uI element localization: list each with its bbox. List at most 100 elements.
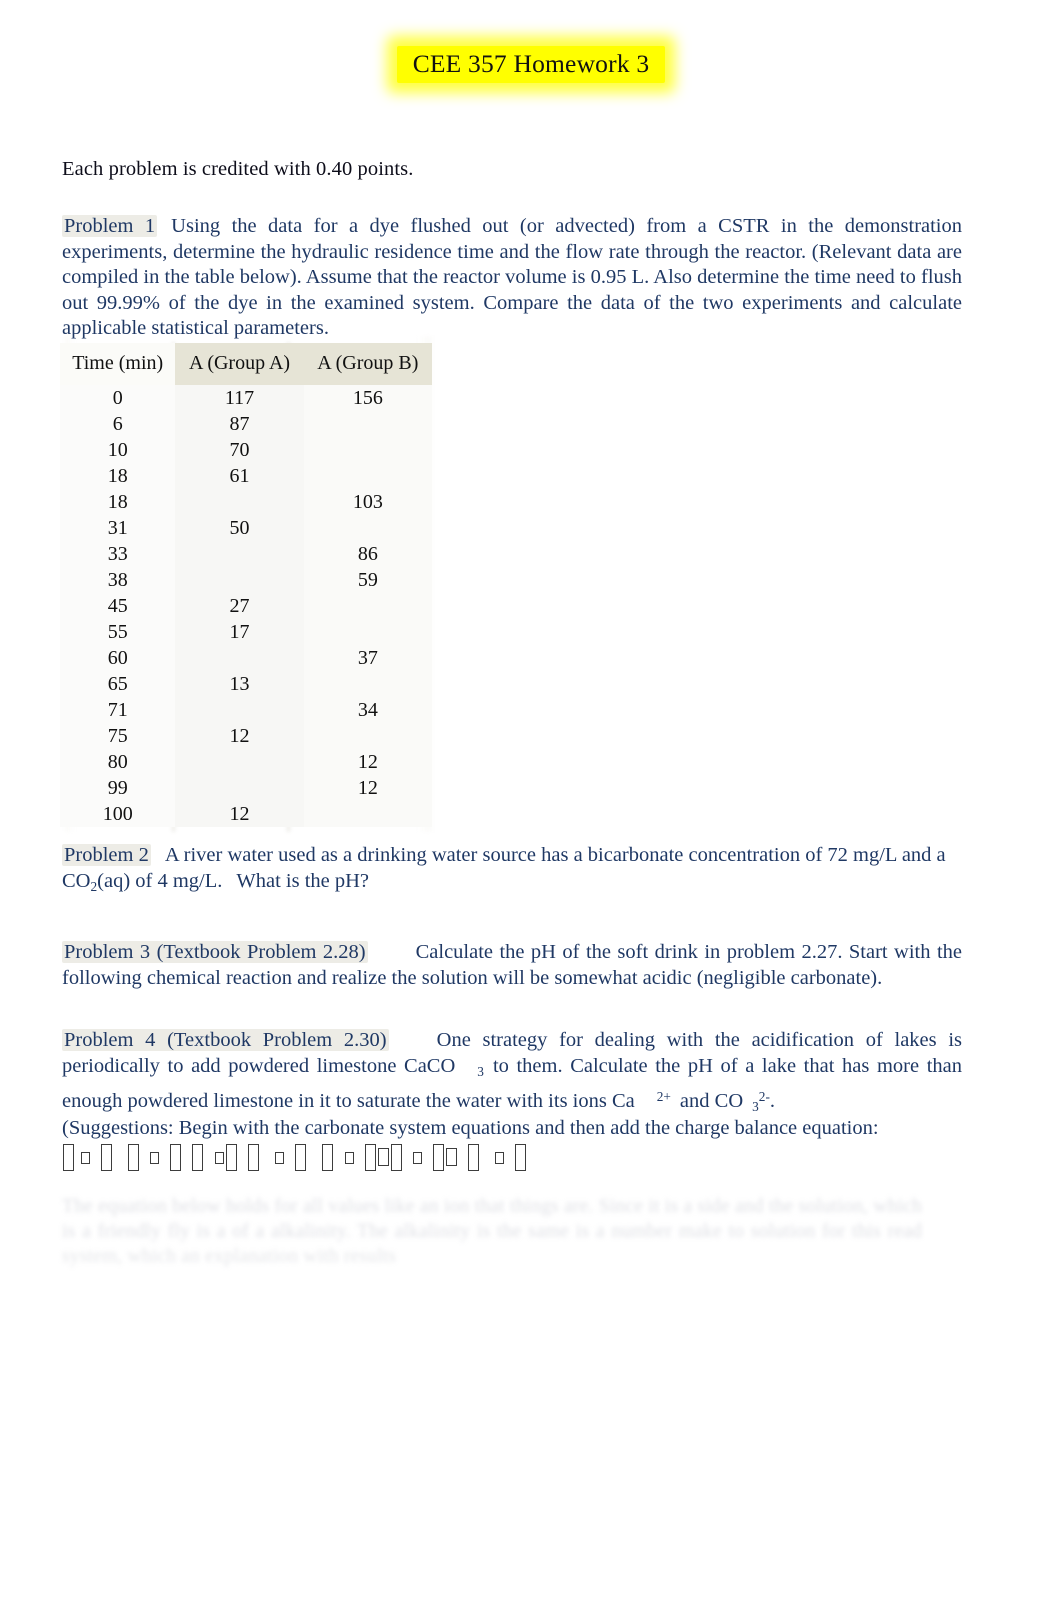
ghost-line-2: friendly fly is a of a alkalinity. The a… — [97, 1221, 923, 1242]
problem-2-text-c: What is the pH? — [236, 869, 370, 892]
cell-group-b: 59 — [303, 567, 432, 593]
cell-group-b: 86 — [303, 541, 432, 567]
table-row: 6 87 — [60, 411, 432, 437]
cell-group-b — [303, 463, 432, 489]
missing-glyph-box-icon — [192, 1143, 204, 1171]
table-row: 10 70 — [60, 437, 432, 463]
intro-line: Each problem is credited with 0.40 point… — [62, 158, 414, 180]
cell-group-b — [303, 593, 432, 619]
problem-2-text-b: (aq) of 4 mg/L. — [97, 869, 223, 892]
suggestions-paragraph: (Suggestions: Begin with the carbonate s… — [62, 1117, 879, 1139]
table-row: 100 12 — [60, 801, 432, 827]
missing-glyph-box-icon — [413, 1152, 422, 1164]
cell-group-a: 27 — [175, 593, 304, 619]
cell-group-b — [303, 515, 432, 541]
cell-group-b — [303, 671, 432, 697]
dye-data-table: Time (min) A (Group A) A (Group B) 0 117 1… — [60, 343, 432, 827]
cell-time: 10 — [60, 437, 176, 463]
cell-group-b: 103 — [303, 489, 432, 515]
table-row: 55 17 — [60, 619, 432, 645]
missing-glyph-box-icon — [80, 1152, 90, 1164]
missing-glyph-box-icon — [295, 1143, 306, 1171]
cell-time: 45 — [60, 593, 176, 619]
table-row: 45 27 — [60, 593, 432, 619]
document-page: CEE 357 Homework 3 Each problem is credi… — [0, 46, 1062, 1607]
cell-group-a — [175, 489, 304, 515]
cell-group-b: 156 — [303, 385, 432, 411]
cell-time: 31 — [60, 515, 176, 541]
table-row: 75 12 — [60, 723, 432, 749]
cell-time: 60 — [60, 645, 176, 671]
table-row: 99 12 — [60, 775, 432, 801]
table-row: 80 12 — [60, 749, 432, 775]
cell-group-a — [175, 775, 304, 801]
problem-3-label: Problem 3 (Textbook Problem 2.28) — [62, 941, 368, 963]
cell-time: 18 — [60, 463, 176, 489]
problem-2-paragraph: Problem 2A river water used as a drinkin… — [62, 843, 962, 899]
cell-group-b — [303, 411, 432, 437]
missing-glyph-box-icon — [225, 1143, 237, 1171]
table-row: 65 13 — [60, 671, 432, 697]
ghost-line-3: system, which an explanation with result… — [62, 1246, 397, 1267]
problem-4-text-c: and CO — [679, 1089, 744, 1112]
missing-glyph-box-icon — [170, 1143, 182, 1171]
cell-time: 71 — [60, 697, 176, 723]
cell-group-b — [303, 723, 432, 749]
faded-ghost-paragraph: The equation below holds for all values … — [62, 1194, 922, 1269]
cell-group-b — [303, 801, 432, 827]
problem-2-label: Problem 2 — [62, 844, 151, 866]
cell-group-a: 61 — [175, 463, 304, 489]
table-header-group-b: A (Group B) — [303, 343, 432, 385]
missing-glyph-box-icon — [377, 1148, 389, 1166]
problem-4-label: Problem 4 (Textbook Problem 2.30) — [62, 1029, 389, 1051]
cell-group-a — [175, 567, 304, 593]
missing-glyph-box-icon — [247, 1143, 259, 1171]
cell-time: 18 — [60, 489, 176, 515]
problem-4-paragraph: Problem 4 (Textbook Problem 2.30) One str… — [62, 1028, 962, 1119]
missing-glyph-box-icon — [100, 1143, 112, 1171]
cell-group-a: 17 — [175, 619, 304, 645]
cell-group-a: 87 — [175, 411, 304, 437]
table-row: 31 50 — [60, 515, 432, 541]
table-header-group-a: A (Group A) — [175, 343, 304, 385]
cell-time: 99 — [60, 775, 176, 801]
cell-time: 33 — [60, 541, 176, 567]
table-row: 18 103 — [60, 489, 432, 515]
cell-group-a: 70 — [175, 437, 304, 463]
missing-glyph-box-icon — [364, 1143, 376, 1171]
cell-group-b: 34 — [303, 697, 432, 723]
table-row: 18 61 — [60, 463, 432, 489]
table-row: 60 37 — [60, 645, 432, 671]
table-row: 38 59 — [60, 567, 432, 593]
cell-group-a: 12 — [175, 723, 304, 749]
cell-group-a: 50 — [175, 515, 304, 541]
problem-1-text: Using the data for a dye flushed out (or… — [62, 215, 963, 339]
cell-time: 80 — [60, 749, 176, 775]
table-row: 0 117 156 — [60, 385, 432, 411]
table-row: 33 86 — [60, 541, 432, 567]
cell-group-b: 12 — [303, 775, 432, 801]
cell-group-b: 12 — [303, 749, 432, 775]
missing-glyph-box-icon — [515, 1143, 527, 1171]
cell-group-a — [175, 697, 304, 723]
missing-glyph-box-icon — [63, 1143, 74, 1171]
dye-data-table-wrapper: Time (min) A (Group A) A (Group B) 0 117 1… — [60, 343, 432, 827]
cell-time: 38 — [60, 567, 176, 593]
cell-time: 0 — [60, 385, 176, 411]
missing-glyph-box-icon — [495, 1152, 505, 1164]
problem-3-paragraph: Problem 3 (Textbook Problem 2.28) Calcula… — [62, 940, 962, 991]
missing-glyph-box-icon — [390, 1143, 402, 1171]
missing-glyph-box-icon — [275, 1152, 284, 1164]
cell-group-a: 12 — [175, 801, 304, 827]
page-title-container: CEE 357 Homework 3 — [0, 46, 1062, 83]
missing-glyph-box-icon — [344, 1152, 354, 1164]
table-row: 71 34 — [60, 697, 432, 723]
table-header-time: Time (min) — [60, 343, 176, 385]
cell-group-b: 37 — [303, 645, 432, 671]
cell-group-a — [175, 645, 304, 671]
problem-4-subscript-1: 3 — [477, 1063, 484, 1079]
problem-1-paragraph: Problem 1 Using the data for a dye flushe… — [62, 214, 962, 342]
cell-group-a — [175, 749, 304, 775]
problem-4-superscript-2: 2- — [758, 1088, 770, 1104]
cell-time: 65 — [60, 671, 176, 697]
